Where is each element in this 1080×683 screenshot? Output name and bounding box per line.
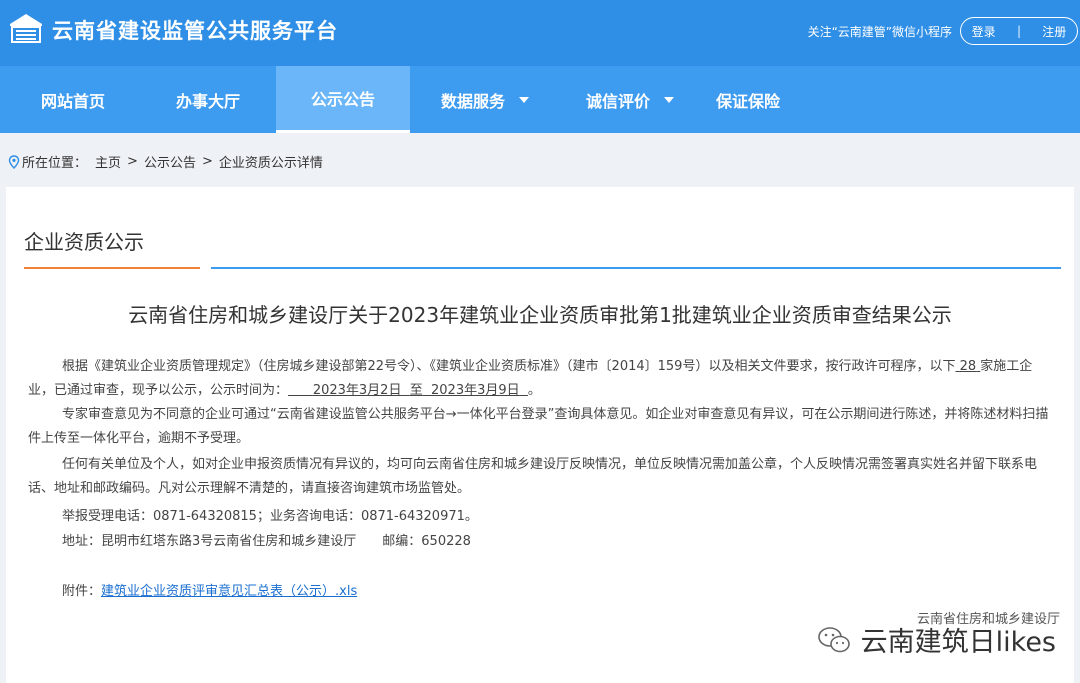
- article-paragraph-2: 专家审查意见为不同意的企业可通过“云南省建设监管公共服务平台→一体化平台登录”查…: [28, 407, 1049, 446]
- location-pin-icon: [8, 154, 20, 169]
- wechat-icon: [817, 626, 850, 652]
- section-divider: [211, 267, 1061, 269]
- contact-address: 地址：昆明市红塔东路3号云南省住房和城乡建设厅 邮编：650228: [62, 534, 471, 549]
- main-nav: 网站首页 办事大厅 公示公告 数据服务 诚信评价 保证保险: [0, 66, 1080, 133]
- building-logo-icon[interactable]: [8, 12, 44, 44]
- breadcrumb: 所在位置： 主页 > 公示公告 > 企业资质公示详情: [8, 152, 323, 171]
- article-paragraph-3: 任何有关单位及个人，如对企业申报资质情况有异议的，均可向云南省住房和城乡建设厅反…: [28, 457, 1038, 496]
- publicity-end-date: 2023年3月9日: [431, 383, 520, 398]
- nav-item-label: 网站首页: [40, 91, 105, 111]
- section-title-underline: [24, 267, 200, 269]
- attachment-row: 附件：建筑业企业资质评审意见汇总表（公示）.xls: [62, 580, 357, 604]
- section-title: 企业资质公示: [24, 230, 144, 254]
- chevron-down-icon: [664, 96, 674, 103]
- register-button[interactable]: 注册: [1042, 23, 1066, 40]
- breadcrumb-prefix: 所在位置：: [22, 156, 88, 171]
- article-title: 云南省住房和城乡建设厅关于2023年建筑业企业资质审批第1批建筑业企业资质审查结…: [128, 303, 952, 327]
- site-title[interactable]: 云南省建设监管公共服务平台: [52, 15, 338, 45]
- nav-item-credit-evaluation[interactable]: 诚信评价: [560, 66, 700, 133]
- watermark-name: 云南建筑日likes: [860, 627, 1056, 658]
- watermark: 云南建筑日likes: [817, 620, 1056, 659]
- nav-item-label: 数据服务: [440, 91, 505, 111]
- nav-item-data-services[interactable]: 数据服务: [410, 66, 560, 133]
- auth-box: 登录 | 注册: [960, 17, 1078, 45]
- paragraph-text: 根据《建筑业企业资质管理规定》（住房城乡建设部第22号令）、《建筑业企业资质标准…: [62, 359, 956, 374]
- nav-item-label: 保证保险: [715, 91, 780, 111]
- article-paragraph-1: 根据《建筑业企业资质管理规定》（住房城乡建设部第22号令）、《建筑业企业资质标准…: [28, 355, 1058, 403]
- nav-item-guarantee-insurance[interactable]: 保证保险: [700, 66, 796, 133]
- content-card: 企业资质公示 云南省住房和城乡建设厅关于2023年建筑业企业资质审批第1批建筑业…: [6, 187, 1074, 683]
- wechat-follow-text[interactable]: 关注“云南建管”微信小程序: [808, 23, 952, 40]
- company-count: 28: [959, 359, 977, 374]
- attachment-label: 附件：: [62, 584, 102, 599]
- attachment-link[interactable]: 建筑业企业资质评审意见汇总表（公示）.xls: [101, 584, 357, 599]
- chevron-down-icon: [519, 96, 529, 103]
- top-header: 云南省建设监管公共服务平台 关注“云南建管”微信小程序 登录 | 注册: [0, 0, 1080, 66]
- breadcrumb-current: 企业资质公示详情: [218, 156, 323, 171]
- breadcrumb-separator: >: [201, 154, 213, 169]
- nav-item-announcements[interactable]: 公示公告: [276, 66, 410, 133]
- nav-item-home[interactable]: 网站首页: [0, 66, 146, 133]
- login-button[interactable]: 登录: [972, 23, 996, 40]
- nav-item-label: 诚信评价: [585, 91, 650, 111]
- contact-phones: 举报受理电话：0871-64320815；业务咨询电话：0871-6432097…: [62, 509, 478, 524]
- breadcrumb-separator: >: [127, 154, 138, 169]
- nav-item-label: 公示公告: [310, 90, 375, 109]
- nav-item-label: 办事大厅: [175, 91, 240, 111]
- breadcrumb-home[interactable]: 主页: [95, 152, 121, 171]
- publicity-start-date: 2023年3月2日: [312, 383, 402, 398]
- paragraph-text: 。: [527, 383, 541, 398]
- date-range-to: 至: [409, 383, 423, 398]
- nav-item-service-hall[interactable]: 办事大厅: [140, 66, 276, 133]
- breadcrumb-announcements[interactable]: 公示公告: [144, 152, 196, 171]
- auth-separator: |: [1016, 24, 1021, 38]
